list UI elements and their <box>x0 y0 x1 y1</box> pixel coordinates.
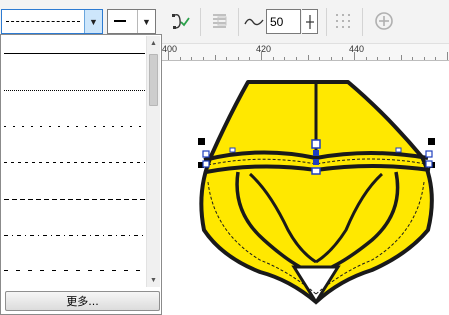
node-check-icon[interactable] <box>168 9 192 33</box>
toolbar-separator <box>362 8 363 36</box>
dropdown-scrollbar[interactable]: ▲ ▼ <box>146 36 160 287</box>
smoothing-curve-icon <box>242 9 266 33</box>
yellow-shape-drawing[interactable] <box>160 62 449 315</box>
line-style-option-short-dashed[interactable] <box>4 117 145 137</box>
toolbar-separator <box>238 8 239 36</box>
add-circle-icon[interactable] <box>372 9 396 33</box>
line-style-combo[interactable]: ▼ <box>1 9 103 34</box>
smoothing-input[interactable]: 50 <box>266 9 301 34</box>
ruler-label: 440 <box>349 44 365 54</box>
line-style-option-long-dash-gap[interactable] <box>4 261 145 281</box>
more-styles-button[interactable]: 更多... <box>5 291 160 311</box>
arrowhead-combo[interactable]: ▼ <box>107 9 156 34</box>
drawing-canvas[interactable] <box>160 62 449 315</box>
horizontal-ruler: 400 420 440 <box>160 44 449 61</box>
line-style-preview <box>6 21 80 22</box>
dotted-grid-icon[interactable] <box>331 9 355 33</box>
arrowhead-preview <box>114 20 126 22</box>
line-style-option-dash-dot[interactable] <box>4 226 145 246</box>
app-window: ▼ ▼ 50 400 420 440 ▲ ▼ 更多... <box>0 0 449 315</box>
line-style-option-solid[interactable] <box>4 44 145 64</box>
ruler-label: 400 <box>162 44 178 54</box>
scroll-up-arrow-icon[interactable]: ▲ <box>147 36 160 50</box>
arrowhead-dropdown-button[interactable]: ▼ <box>137 10 155 33</box>
scroll-thumb[interactable] <box>149 54 158 106</box>
toolbar-separator <box>200 8 201 36</box>
plus-minus-spin-icon[interactable] <box>302 9 318 34</box>
text-wrap-icon[interactable] <box>208 9 232 33</box>
ruler-label: 420 <box>256 44 272 54</box>
chevron-down-icon: ▼ <box>89 16 98 27</box>
scroll-down-arrow-icon[interactable]: ▼ <box>147 273 160 287</box>
toolbar-separator <box>326 8 327 36</box>
line-style-dropdown-button[interactable]: ▼ <box>84 10 102 33</box>
line-style-option-dashed[interactable] <box>4 153 145 173</box>
line-style-option-long-dashed[interactable] <box>4 190 145 210</box>
line-style-option-fine-dotted[interactable] <box>4 81 145 101</box>
chevron-down-icon: ▼ <box>142 16 151 27</box>
line-style-dropdown-list[interactable]: ▲ ▼ 更多... <box>0 34 162 315</box>
